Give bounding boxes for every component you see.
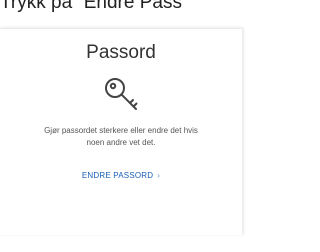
password-card: Passord Gjør passordet sterkere eller en… xyxy=(0,28,243,235)
change-password-label: ENDRE PASSORD xyxy=(81,171,154,180)
change-password-link[interactable]: ENDRE PASSORD › xyxy=(0,170,242,182)
card-description: Gjør passordet sterkere eller endre det … xyxy=(6,125,236,149)
card-title: Passord xyxy=(86,42,156,63)
description-line-1: Gjør passordet sterkere eller endre det … xyxy=(44,126,198,135)
description-line-2: noen andre vet det. xyxy=(86,138,156,147)
instruction-caption: Trykk på “Endre Pass xyxy=(0,0,182,13)
key-icon xyxy=(105,78,138,110)
chevron-right-icon: › xyxy=(157,171,161,180)
